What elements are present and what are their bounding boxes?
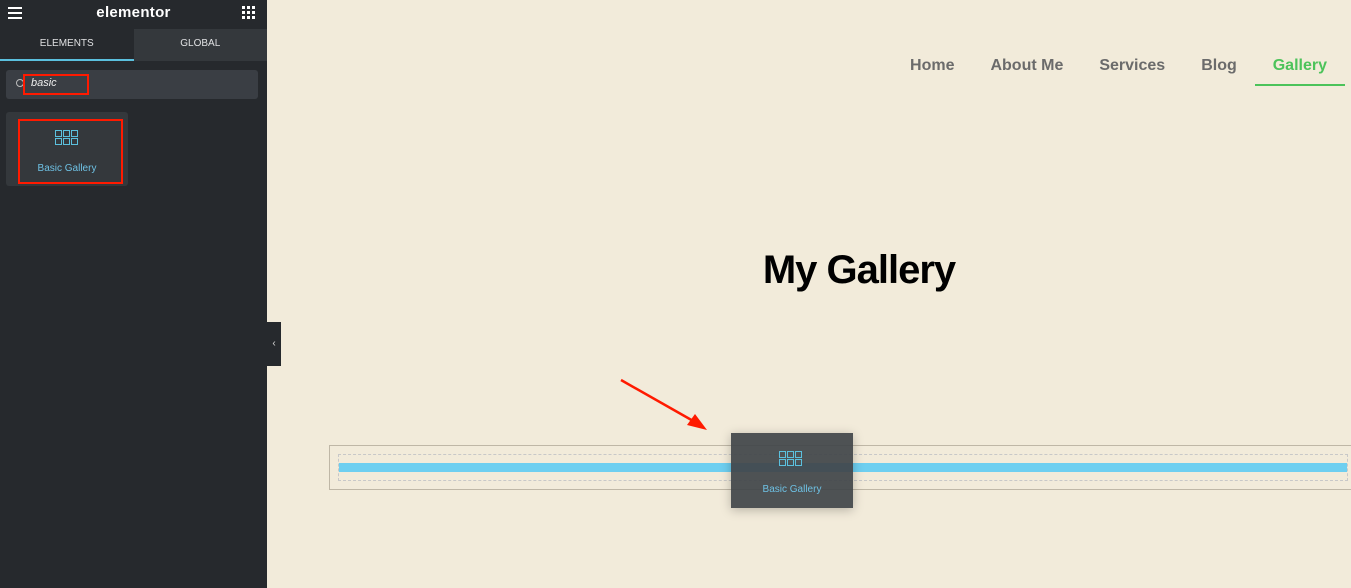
- nav-gallery[interactable]: Gallery: [1254, 56, 1345, 86]
- nav-about-me[interactable]: About Me: [972, 56, 1081, 86]
- tab-global[interactable]: GLOBAL: [133, 29, 267, 61]
- chevron-left-icon: ‹: [272, 338, 276, 349]
- red-arrow-annotation: [620, 378, 707, 430]
- widget-basic-gallery[interactable]: Basic Gallery: [6, 112, 128, 186]
- nav-services[interactable]: Services: [1081, 56, 1183, 86]
- nav-home[interactable]: Home: [892, 56, 972, 86]
- elementor-logo: elementor: [96, 4, 171, 21]
- tab-elements[interactable]: ELEMENTS: [0, 29, 134, 61]
- panel-header: elementor: [0, 0, 267, 29]
- nav-blog[interactable]: Blog: [1183, 56, 1255, 86]
- page-title: My Gallery: [762, 248, 956, 292]
- site-nav: Home About Me Services Blog Gallery: [892, 56, 1345, 86]
- apps-grid-icon[interactable]: [242, 6, 255, 19]
- dragged-widget-label: Basic Gallery: [762, 484, 822, 495]
- highlight-box: [18, 119, 123, 184]
- dragged-widget[interactable]: Basic Gallery: [731, 433, 853, 508]
- elementor-panel: elementor ELEMENTS GLOBAL Basic Gallery: [0, 0, 267, 588]
- widget-search: [6, 70, 258, 99]
- collapse-panel-button[interactable]: ‹: [267, 322, 281, 366]
- gallery-grid-icon: [779, 451, 802, 466]
- highlight-box: [23, 74, 89, 95]
